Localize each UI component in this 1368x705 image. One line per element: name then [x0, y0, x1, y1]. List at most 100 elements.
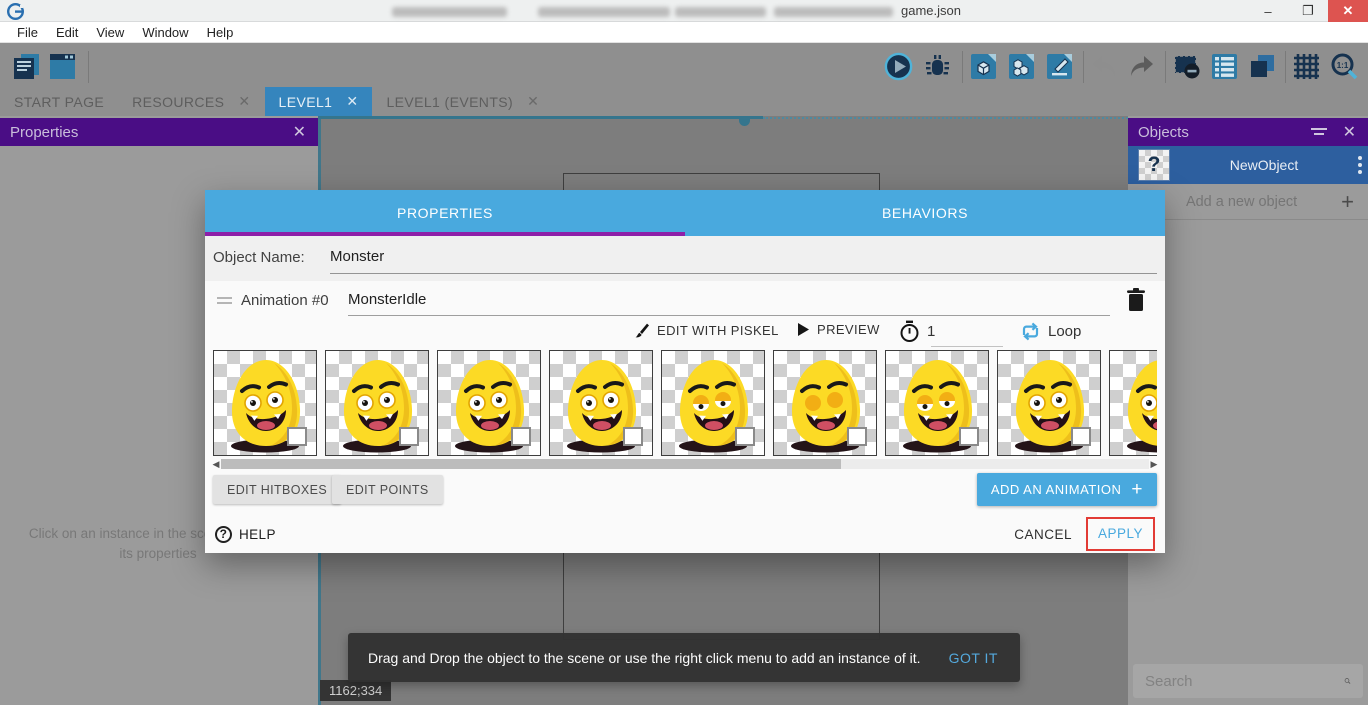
redacted-title-segment	[675, 7, 766, 17]
preview-button[interactable]: PREVIEW	[797, 322, 880, 337]
object-menu-icon[interactable]	[1358, 156, 1362, 174]
animation-frame[interactable]	[437, 350, 541, 456]
close-button[interactable]: ✕	[1328, 0, 1368, 22]
dialog-tabs: PROPERTIES BEHAVIORS	[205, 190, 1165, 236]
close-icon[interactable]: ✕	[291, 122, 308, 142]
toolbar-separator	[1083, 51, 1084, 83]
layers-icon[interactable]	[1248, 52, 1277, 81]
animation-row: Animation #0 MonsterIdle	[205, 285, 1165, 319]
loop-icon	[1020, 322, 1041, 341]
instances-list-icon[interactable]	[1210, 52, 1239, 81]
objects-panel-title: Objects	[1138, 124, 1189, 141]
animation-frame[interactable]	[885, 350, 989, 456]
search-input[interactable]	[1145, 673, 1344, 690]
frame-corner-handle	[399, 427, 419, 446]
animation-frame[interactable]	[661, 350, 765, 456]
toolbar-separator	[88, 51, 89, 83]
frame-corner-handle	[287, 427, 307, 446]
menu-bar: File Edit View Window Help	[0, 22, 1368, 43]
project-manager-icon[interactable]	[12, 52, 41, 81]
animation-name-input[interactable]: MonsterIdle	[348, 291, 1110, 316]
objects-list-icon[interactable]	[1007, 52, 1036, 81]
loop-toggle[interactable]: Loop	[1020, 322, 1081, 341]
tab-resources[interactable]: RESOURCES✕	[118, 87, 264, 116]
animation-frame[interactable]	[549, 350, 653, 456]
object-name-input[interactable]: Monster	[330, 248, 1157, 274]
menu-edit[interactable]: Edit	[47, 23, 87, 42]
apply-button[interactable]: APPLY	[1098, 526, 1143, 541]
toolbar-separator	[1165, 51, 1166, 83]
app-window: game.json – ❐ ✕ File Edit View Window He…	[0, 0, 1368, 705]
scrollbar-thumb[interactable]	[221, 459, 841, 469]
zoom-1-1-icon[interactable]: 1:1	[1330, 52, 1359, 81]
animation-frame[interactable]	[213, 350, 317, 456]
frame-corner-handle	[511, 427, 531, 446]
animation-frames-strip	[213, 350, 1157, 456]
snackbar: Drag and Drop the object to the scene or…	[348, 633, 1020, 682]
animation-frame[interactable]	[325, 350, 429, 456]
menu-view[interactable]: View	[87, 23, 133, 42]
filter-icon[interactable]	[1311, 127, 1327, 137]
frame-corner-handle	[959, 427, 979, 446]
start-page-icon[interactable]	[48, 52, 77, 81]
debug-icon[interactable]	[923, 52, 952, 81]
unknown-object-icon: ?	[1138, 149, 1170, 181]
delete-animation-button[interactable]	[1124, 287, 1148, 313]
help-button[interactable]: ? HELP	[215, 526, 276, 543]
add-object-icon[interactable]	[969, 52, 998, 81]
animation-frame[interactable]	[773, 350, 877, 456]
cancel-button[interactable]: CANCEL	[1004, 519, 1082, 550]
tab-close-icon[interactable]: ✕	[346, 93, 358, 110]
animation-frame[interactable]	[1109, 350, 1157, 456]
window-title-filename: game.json	[901, 3, 961, 18]
dialog-tab-properties[interactable]: PROPERTIES	[205, 190, 685, 236]
scroll-left-icon[interactable]: ◀	[211, 459, 221, 470]
redacted-title-segment	[538, 7, 670, 17]
edit-scene-icon[interactable]	[1045, 52, 1074, 81]
toolbar: 1:1 START PAGE RESOURCES✕ LEVEL1✕ LEVEL1…	[0, 43, 1368, 116]
apply-highlight-box: APPLY	[1086, 517, 1155, 551]
plus-icon[interactable]: +	[1341, 189, 1354, 215]
time-between-frames-field[interactable]: 1	[899, 320, 936, 343]
object-list-item-selected[interactable]: ? NewObject	[1128, 146, 1368, 184]
edit-with-piskel-button[interactable]: EDIT WITH PISKEL	[633, 322, 779, 339]
play-icon[interactable]	[884, 52, 913, 81]
edit-points-button[interactable]: EDIT POINTS	[332, 475, 443, 504]
menu-file[interactable]: File	[8, 23, 47, 42]
dialog-tab-behaviors[interactable]: BEHAVIORS	[685, 190, 1165, 236]
tab-close-icon[interactable]: ✕	[527, 93, 539, 110]
animation-frame[interactable]	[997, 350, 1101, 456]
redacted-title-segment	[774, 7, 893, 17]
minimize-button[interactable]: –	[1248, 0, 1288, 22]
play-triangle-icon	[797, 322, 810, 337]
properties-panel-title: Properties	[10, 124, 78, 141]
scroll-right-icon[interactable]: ▶	[1149, 459, 1159, 470]
object-name-label: NewObject	[1170, 157, 1358, 173]
object-editor-dialog: PROPERTIES BEHAVIORS Object Name: Monste…	[205, 190, 1165, 553]
help-icon: ?	[215, 526, 232, 543]
tab-close-icon[interactable]: ✕	[238, 93, 250, 110]
menu-help[interactable]: Help	[198, 23, 243, 42]
tab-start-page[interactable]: START PAGE	[0, 87, 118, 116]
scrollbar-track[interactable]	[221, 459, 1149, 469]
monster-sprite	[1110, 351, 1157, 455]
edit-hitboxes-button[interactable]: EDIT HITBOXES	[213, 475, 341, 504]
restore-button[interactable]: ❐	[1288, 0, 1328, 22]
menu-window[interactable]: Window	[133, 23, 197, 42]
redo-icon[interactable]	[1127, 52, 1156, 81]
mask-icon[interactable]	[1172, 52, 1201, 81]
properties-panel-header: Properties ✕	[0, 118, 318, 146]
tab-level1[interactable]: LEVEL1✕	[265, 87, 373, 116]
animation-controls: EDIT WITH PISKEL PREVIEW 1 Loop	[205, 320, 1165, 348]
undo-icon[interactable]	[1090, 52, 1119, 81]
cursor-coordinates: 1162;334	[320, 680, 391, 701]
scene-selection-handle[interactable]	[739, 117, 750, 126]
close-icon[interactable]: ✕	[1341, 122, 1358, 142]
grid-icon[interactable]	[1292, 52, 1321, 81]
got-it-button[interactable]: GOT IT	[941, 642, 1006, 674]
tab-level1-events[interactable]: LEVEL1 (EVENTS)✕	[372, 87, 553, 116]
drag-handle-icon[interactable]	[217, 297, 232, 304]
dialog-footer: ? HELP CANCEL APPLY	[205, 515, 1165, 553]
object-name-row: Object Name: Monster	[205, 236, 1165, 281]
add-animation-button[interactable]: ADD AN ANIMATION +	[977, 473, 1157, 506]
